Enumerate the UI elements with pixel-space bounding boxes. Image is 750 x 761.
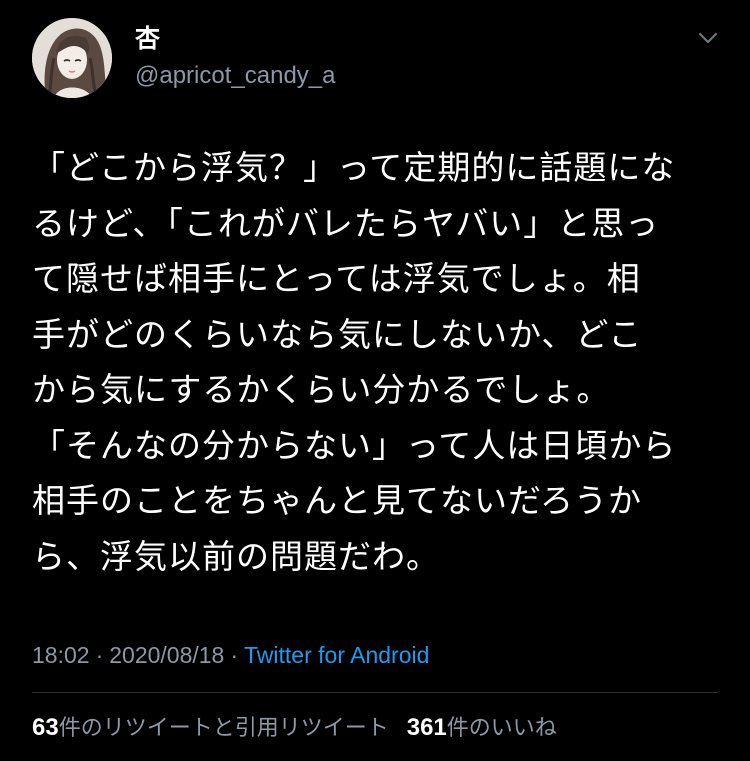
tweet-date[interactable]: 2020/08/18 (109, 642, 224, 668)
likes-stat[interactable]: 361件のいいね (407, 713, 557, 744)
tweet-stats: 63件のリツイートと引用リツイート 361件のいいね (32, 713, 557, 744)
tweet-text-line: から気にするかくらい分かるでしょ。 (32, 370, 611, 409)
user-info[interactable]: 杏 @apricot_candy_a (135, 24, 335, 91)
tweet-header: 杏 @apricot_candy_a (32, 18, 722, 102)
avatar[interactable] (32, 18, 112, 98)
likes-label: 件のいいね (446, 716, 557, 741)
retweets-count: 63 (32, 714, 59, 741)
tweet-text-line: 相手のことをちゃんと見てないだろうか (32, 481, 643, 520)
tweet-text-line: 手がどのくらいなら気にしないか、どこ (32, 314, 643, 354)
retweets-label: 件のリツイートと引用リツイート (58, 716, 389, 741)
user-handle[interactable]: @apricot_candy_a (135, 61, 335, 91)
retweets-stat[interactable]: 63件のリツイートと引用リツイート (32, 713, 389, 744)
tweet-text: 「どこから浮気？」って定期的に話題にな るけど、「これがバレたらヤバい」と思っ … (32, 140, 722, 584)
tweet-text-line: るけど、「これがバレたらヤバい」と思っ (32, 203, 660, 243)
likes-count: 361 (406, 714, 447, 741)
meta-separator: · (95, 642, 104, 668)
display-name[interactable]: 杏 (135, 24, 335, 54)
divider (32, 692, 718, 693)
tweet-text-line: ら、浮気以前の問題だわ。 (32, 536, 440, 576)
meta-separator: · (230, 642, 239, 668)
tweet-text-line: 「そんなの分からない」って人は日頃から (32, 425, 677, 465)
tweet-meta: 18:02 · 2020/08/18 · Twitter for Android (32, 640, 429, 670)
tweet-source-link[interactable]: Twitter for Android (244, 642, 429, 668)
tweet-text-line: て隠せば相手にとっては浮気でしょ。相 (32, 259, 641, 298)
avatar-illustration (32, 18, 112, 98)
tweet-time[interactable]: 18:02 (32, 642, 90, 668)
tweet-text-line: 「どこから浮気？」って定期的に話題にな (32, 148, 676, 187)
chevron-down-icon[interactable] (694, 24, 722, 52)
